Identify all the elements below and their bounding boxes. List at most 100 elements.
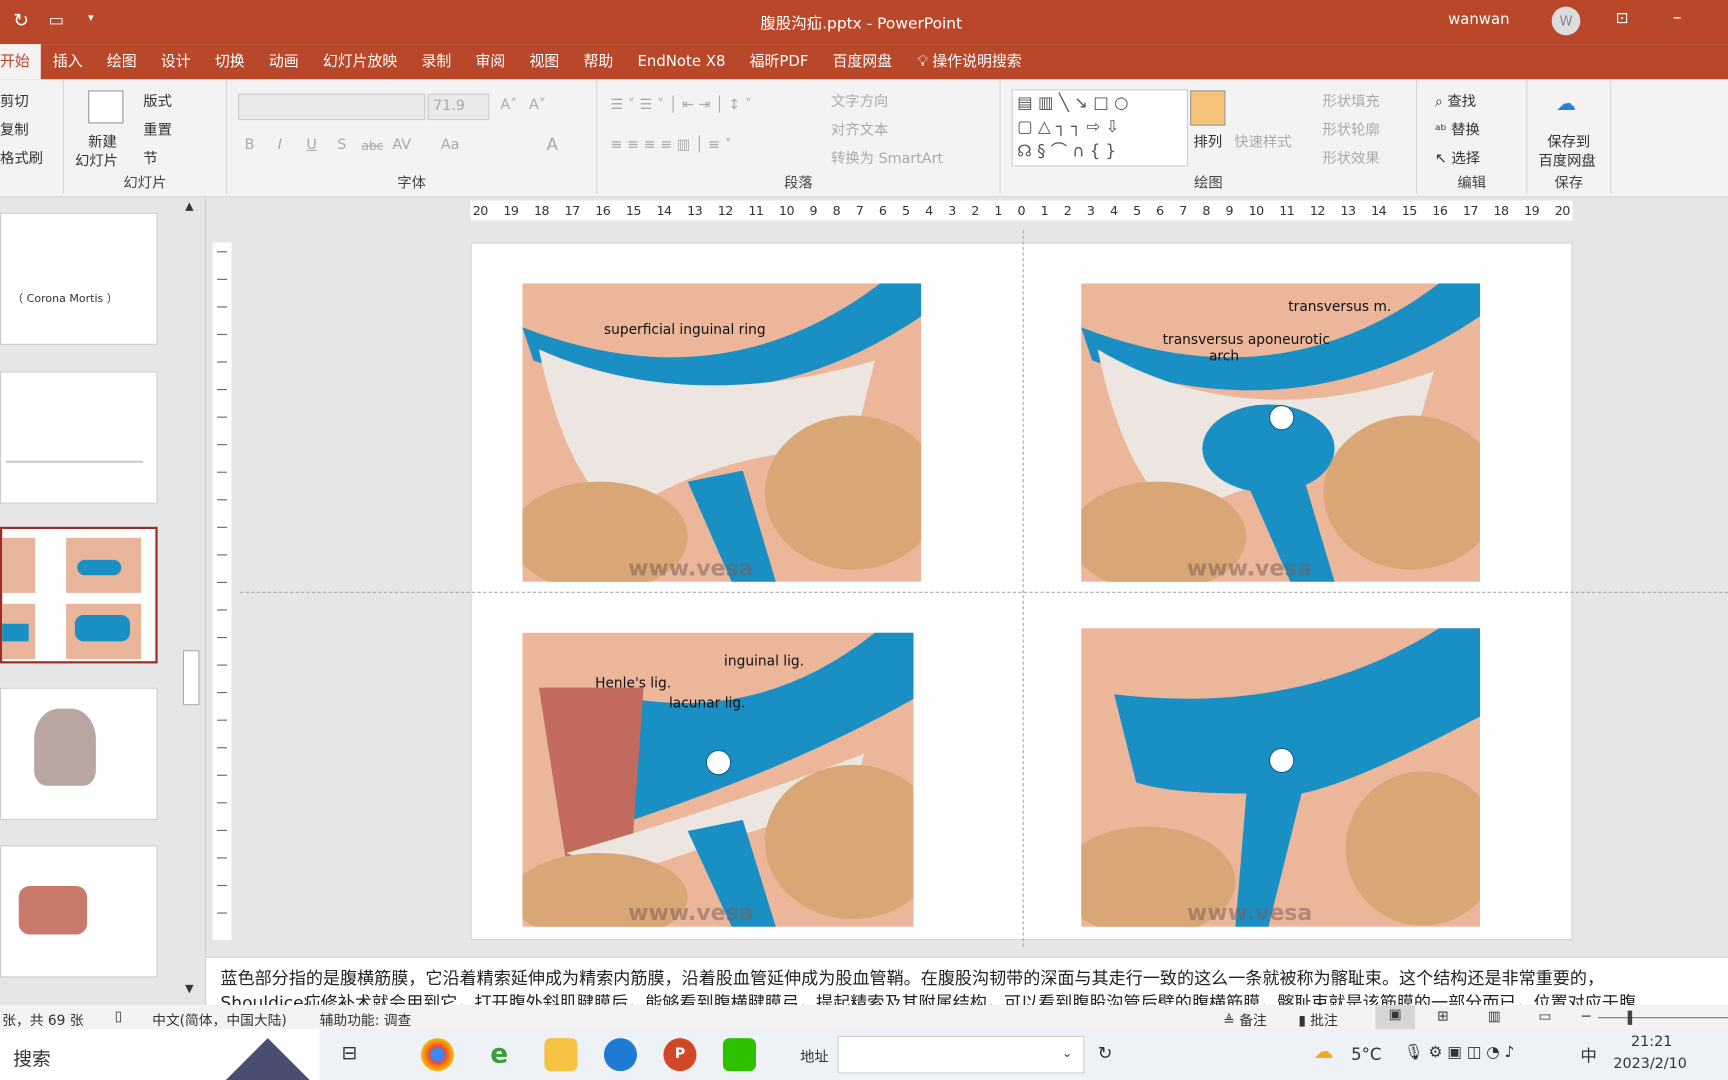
chrome-icon[interactable] — [420, 1038, 455, 1072]
edge-icon[interactable] — [603, 1038, 637, 1072]
new-slide-dropdown[interactable]: 幻灯片 — [75, 149, 118, 170]
tab-foxit-pdf[interactable]: 福昕PDF — [738, 44, 821, 79]
spellcheck-icon[interactable]: ▯ — [115, 1007, 123, 1024]
slide-thumbnail[interactable] — [0, 687, 158, 820]
grow-font-icon[interactable]: A˄ — [500, 97, 517, 114]
refresh-icon[interactable]: ↻ — [1098, 1043, 1113, 1064]
tab-draw[interactable]: 绘图 — [95, 44, 149, 79]
chevron-down-icon[interactable]: ⌄ — [1062, 1046, 1072, 1060]
tab-animations[interactable]: 动画 — [257, 44, 311, 79]
tab-design[interactable]: 设计 — [149, 44, 203, 79]
arrange-button[interactable]: 排列 — [1194, 130, 1223, 151]
ie-browser-icon[interactable]: e — [483, 1038, 516, 1071]
anatomy-image-fascia[interactable]: www.vesa — [1081, 628, 1481, 927]
replace-button[interactable]: ᵃᵇ 替换 — [1435, 118, 1480, 139]
slide-thumbnail[interactable] — [0, 371, 158, 504]
shadow-button[interactable]: S — [337, 137, 346, 154]
save-to-baidu-line2[interactable]: 百度网盘 — [1538, 149, 1595, 170]
text-direction-button[interactable]: 文字方向 — [831, 89, 888, 111]
format-painter-button[interactable]: 格式刷 — [0, 147, 43, 168]
slideshow-button[interactable]: ▭ — [1538, 1007, 1551, 1024]
thumbnail-scrollbar[interactable]: ▲ ▼ — [182, 201, 202, 1003]
tab-help[interactable]: 帮助 — [571, 44, 625, 79]
zoom-slider[interactable] — [1597, 1017, 1728, 1019]
scroll-up-icon[interactable]: ▲ — [185, 201, 193, 213]
strikethrough-button[interactable]: abc — [361, 139, 383, 153]
anatomy-image-ligaments[interactable]: inguinal lig. Henle's lig. lacunar lig. … — [522, 632, 914, 927]
tray-icons[interactable]: 🎙︎ ⚙︎ ▣ ◫ ◔ ♪ — [1404, 1044, 1514, 1062]
ime-indicator[interactable]: 中 — [1580, 1044, 1597, 1067]
align-text-button[interactable]: 对齐文本 — [831, 118, 888, 139]
zoom-out-button[interactable]: − — [1580, 1007, 1592, 1024]
taskbar-search[interactable]: 搜索 — [0, 1029, 320, 1080]
slide-sorter-button[interactable]: ⊞ — [1437, 1007, 1449, 1024]
clock-time[interactable]: 21:21 — [1631, 1034, 1672, 1051]
address-input[interactable]: ⌄ — [837, 1035, 1085, 1074]
find-button[interactable]: ⌕ 查找 — [1435, 89, 1476, 111]
tab-view[interactable]: 视图 — [517, 44, 571, 79]
notes-button[interactable]: ≜ 备注 — [1223, 1008, 1266, 1029]
tab-endnote[interactable]: EndNote X8 — [625, 44, 737, 79]
wechat-icon[interactable] — [722, 1038, 756, 1072]
shape-effects-button[interactable]: 形状效果 — [1322, 147, 1379, 168]
new-slide-icon[interactable] — [88, 90, 124, 124]
tab-transitions[interactable]: 切换 — [203, 44, 257, 79]
user-name[interactable]: wanwan — [1448, 11, 1509, 29]
change-case-button[interactable]: Aa — [441, 137, 460, 154]
slide-thumbnail-selected[interactable] — [0, 526, 158, 664]
ribbon-display-icon[interactable]: ⊡ — [1616, 10, 1629, 28]
layout-button[interactable]: 版式 — [143, 89, 172, 111]
slide-thumbnail[interactable]: （ Corona Mortis ） — [0, 212, 158, 345]
cut-button[interactable]: 剪切 — [0, 89, 29, 111]
align-icons[interactable]: ≡ ≡ ≡ ≡ ▥ │ ≡ ˅ — [611, 137, 732, 154]
reading-view-button[interactable]: ▥ — [1488, 1007, 1501, 1024]
weather-temp[interactable]: 5°C — [1351, 1045, 1381, 1065]
tab-insert[interactable]: 插入 — [41, 44, 95, 79]
language[interactable]: 中文(简体，中国大陆) — [152, 1008, 287, 1029]
tab-review[interactable]: 审阅 — [463, 44, 517, 79]
customize-qat-icon[interactable]: ▾ — [88, 12, 94, 24]
speaker-notes[interactable]: 蓝色部分指的是腹横筋膜，它沿着精索延伸成为精索内筋膜，沿着股血管延伸成为股血管鞘… — [206, 956, 1728, 1006]
clock-date[interactable]: 2023/2/10 — [1613, 1056, 1686, 1073]
underline-button[interactable]: U — [306, 137, 316, 154]
normal-view-button[interactable]: ▣ — [1375, 1005, 1416, 1030]
tell-me-search[interactable]: 操作说明搜索 — [932, 44, 1033, 79]
shape-fill-button[interactable]: 形状填充 — [1322, 89, 1379, 111]
weather-icon[interactable]: ☁ — [1314, 1040, 1334, 1063]
font-color-button[interactable]: A — [547, 134, 558, 154]
anatomy-image-superficial-ring[interactable]: superficial inguinal ring www.vesa — [522, 283, 922, 582]
font-size-input[interactable]: 71.9 — [427, 93, 490, 121]
shapes-gallery[interactable]: ▤ ▥ ╲ ↘ □ ○ ▢ △ ┐ ┐ ⇨ ⇩ ☊ § ⌒ ∩ { } — [1011, 89, 1188, 167]
tab-slideshow[interactable]: 幻灯片放映 — [311, 44, 410, 79]
reset-button[interactable]: 重置 — [143, 118, 172, 139]
avatar[interactable]: W — [1551, 6, 1581, 36]
slide-thumbnail[interactable] — [0, 845, 158, 978]
task-view-icon[interactable]: ⊟ — [342, 1043, 358, 1065]
slide-canvas[interactable]: superficial inguinal ring www.vesa trans… — [240, 230, 1728, 947]
anatomy-image-aponeurotic-arch[interactable]: transversus m. transversus aponeurotic a… — [1081, 283, 1481, 582]
convert-smartart-button[interactable]: 转换为 SmartArt — [831, 147, 943, 168]
zoom-slider-thumb[interactable] — [1627, 1010, 1633, 1025]
select-button[interactable]: ↖ 选择 — [1435, 147, 1480, 168]
autosave-icon[interactable]: ↻ — [13, 10, 29, 32]
bold-button[interactable]: B — [245, 137, 255, 154]
tab-home[interactable]: 开始 — [0, 44, 41, 80]
italic-button[interactable]: I — [278, 137, 282, 154]
quick-styles-button[interactable]: 快速样式 — [1234, 130, 1291, 151]
file-explorer-icon[interactable] — [544, 1038, 578, 1072]
shrink-font-icon[interactable]: A˅ — [529, 97, 546, 114]
powerpoint-icon[interactable]: P — [663, 1038, 697, 1072]
minimize-button[interactable]: – — [1673, 7, 1682, 28]
shape-outline-button[interactable]: 形状轮廓 — [1322, 118, 1379, 139]
tab-baidu-netdisk[interactable]: 百度网盘 — [821, 44, 905, 79]
font-name-input[interactable] — [238, 93, 426, 121]
char-spacing-button[interactable]: AV — [392, 137, 411, 154]
present-icon[interactable]: ▭ — [48, 10, 64, 30]
scrollbar-thumb[interactable] — [182, 650, 200, 706]
section-button[interactable]: 节 — [143, 147, 157, 168]
accessibility-status[interactable]: 辅助功能: 调查 — [320, 1008, 412, 1029]
copy-button[interactable]: 复制 — [0, 118, 29, 139]
bullets-icon[interactable]: ☰ ˅ ☰ ˅ │ ⇤ ⇥ │ ↕ ˅ — [611, 97, 752, 114]
scroll-down-icon[interactable]: ▼ — [185, 983, 193, 995]
comments-button[interactable]: ▮ 批注 — [1298, 1008, 1338, 1029]
